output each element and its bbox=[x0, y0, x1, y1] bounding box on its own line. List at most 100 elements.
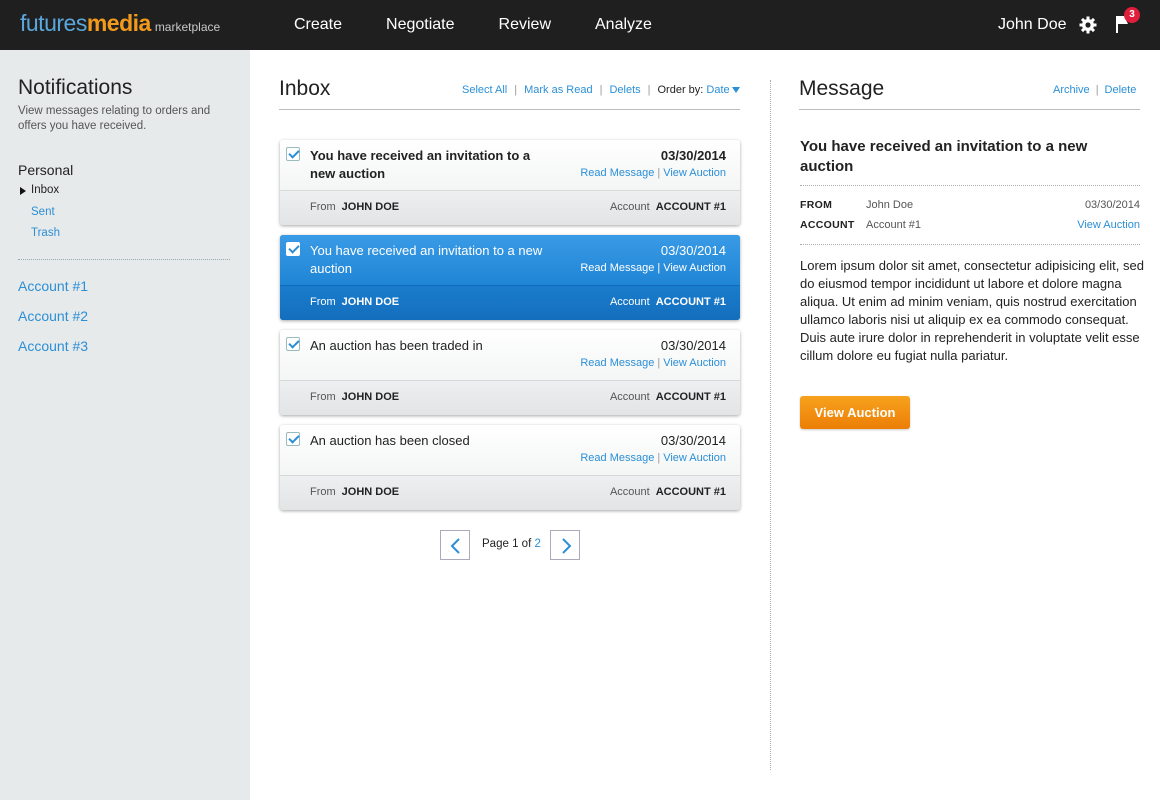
message-subject: An auction has been traded in bbox=[310, 338, 483, 353]
message-account: Account ACCOUNT #1 bbox=[610, 486, 726, 498]
from-value: JOHN DOE bbox=[341, 296, 400, 308]
message-from: From JOHN DOE bbox=[310, 296, 399, 308]
account-label: Account bbox=[609, 201, 650, 213]
from-label: From bbox=[310, 391, 336, 403]
view-auction-button[interactable]: View Auction bbox=[800, 396, 910, 429]
read-message-link[interactable]: Read Message bbox=[580, 452, 654, 464]
sidebar-item-inbox[interactable]: Inbox bbox=[31, 184, 59, 196]
inbox-title: Inbox bbox=[279, 77, 331, 100]
prev-page-button[interactable] bbox=[440, 530, 470, 560]
checkbox[interactable] bbox=[286, 242, 300, 256]
caret-right-icon bbox=[20, 187, 26, 195]
account-value: Account #1 bbox=[866, 219, 922, 231]
sidebar-item-sent[interactable]: Sent bbox=[31, 206, 55, 218]
checkbox[interactable] bbox=[286, 147, 300, 161]
from-label: FROM bbox=[800, 199, 833, 211]
chevron-right-icon bbox=[562, 538, 572, 554]
message-from: From JOHN DOE bbox=[310, 486, 399, 498]
message-card[interactable]: An auction has been traded in 03/30/2014… bbox=[280, 330, 740, 415]
user-name[interactable]: John Doe bbox=[998, 16, 1067, 34]
logo-part-media: media bbox=[86, 10, 151, 36]
panel-divider bbox=[770, 80, 771, 770]
message-links: Read Message | View Auction bbox=[580, 452, 726, 464]
pager-current: 1 bbox=[512, 538, 519, 550]
read-message-link[interactable]: Read Message bbox=[580, 357, 654, 369]
gear-icon[interactable] bbox=[1079, 16, 1097, 34]
account-label: Account bbox=[609, 296, 650, 308]
message-links: Read Message | View Auction bbox=[580, 262, 726, 274]
message-account: Account ACCOUNT #1 bbox=[610, 391, 726, 403]
message-card[interactable]: You have received an invitation to a new… bbox=[280, 140, 740, 225]
message-from: From JOHN DOE bbox=[310, 201, 399, 213]
message-links: Read Message | View Auction bbox=[580, 167, 726, 179]
nav-analyze[interactable]: Analyze bbox=[595, 16, 652, 34]
delete-link[interactable]: Delets bbox=[609, 84, 640, 96]
read-message-link[interactable]: Read Message bbox=[580, 167, 654, 179]
archive-link[interactable]: Archive bbox=[1053, 84, 1090, 96]
nav-review[interactable]: Review bbox=[499, 16, 551, 34]
sidebar: Notifications View messages relating to … bbox=[0, 50, 250, 800]
message-account: Account ACCOUNT #1 bbox=[610, 296, 726, 308]
logo[interactable]: futuresmedia marketplace bbox=[20, 10, 220, 37]
sidebar-description: View messages relating to orders and off… bbox=[18, 105, 211, 132]
nav-create[interactable]: Create bbox=[294, 16, 342, 34]
sidebar-item-trash[interactable]: Trash bbox=[31, 227, 60, 239]
view-auction-link[interactable]: View Auction bbox=[663, 452, 726, 464]
from-value: JOHN DOE bbox=[341, 391, 400, 403]
select-all-link[interactable]: Select All bbox=[462, 84, 507, 96]
message-title: Message bbox=[799, 77, 885, 100]
from-label: From bbox=[310, 201, 336, 213]
from-value: John Doe bbox=[866, 199, 914, 211]
checkbox[interactable] bbox=[286, 432, 300, 446]
from-label: From bbox=[310, 296, 336, 308]
sidebar-item-account-1[interactable]: Account #1 bbox=[18, 278, 88, 294]
chevron-down-icon[interactable] bbox=[731, 87, 740, 94]
pager-of: of bbox=[521, 538, 532, 550]
view-auction-link[interactable]: View Auction bbox=[663, 167, 726, 179]
message-subject: An auction has been closed bbox=[310, 433, 470, 448]
message-body: Lorem ipsum dolor sit amet, consectetur … bbox=[800, 258, 1144, 363]
logo-part-futures: futures bbox=[20, 10, 87, 36]
order-by-select[interactable]: Date bbox=[706, 84, 729, 96]
sidebar-section-personal: Personal bbox=[18, 162, 74, 178]
message-dotted-divider bbox=[800, 244, 1140, 245]
message-actions: Archive | Delete bbox=[1053, 84, 1137, 96]
checkbox[interactable] bbox=[286, 337, 300, 351]
pager-text: Page 1 of 2 bbox=[482, 538, 541, 550]
message-date: 03/30/2014 bbox=[660, 243, 726, 258]
mark-read-link[interactable]: Mark as Read bbox=[524, 84, 592, 96]
sidebar-title: Notifications bbox=[18, 76, 133, 99]
next-page-button[interactable] bbox=[550, 530, 580, 560]
message-subject: You have received an invitation to a new… bbox=[310, 148, 531, 181]
account-value: ACCOUNT #1 bbox=[655, 486, 726, 498]
pager-prefix: Page bbox=[482, 538, 509, 550]
from-value: JOHN DOE bbox=[341, 486, 400, 498]
read-message-link[interactable]: Read Message bbox=[580, 262, 654, 274]
view-auction-link[interactable]: View Auction bbox=[1077, 219, 1140, 231]
inbox-actions: Select All | Mark as Read | Delets | Order by:… bbox=[462, 84, 740, 96]
message-divider bbox=[799, 109, 1140, 110]
message-account: Account ACCOUNT #1 bbox=[610, 201, 726, 213]
view-auction-link[interactable]: View Auction bbox=[663, 357, 726, 369]
account-value: ACCOUNT #1 bbox=[655, 296, 726, 308]
nav-negotiate[interactable]: Negotiate bbox=[386, 16, 455, 34]
message-subject: You have received an invitation to a new… bbox=[310, 243, 543, 276]
message-from: From JOHN DOE bbox=[310, 391, 399, 403]
sidebar-item-account-2[interactable]: Account #2 bbox=[18, 308, 88, 324]
view-auction-link[interactable]: View Auction bbox=[663, 262, 726, 274]
message-card-selected[interactable]: You have received an invitation to a new… bbox=[280, 235, 740, 320]
delete-message-link[interactable]: Delete bbox=[1105, 84, 1137, 96]
notification-badge[interactable]: 3 bbox=[1124, 7, 1140, 23]
message-date: 03/30/2014 bbox=[660, 338, 726, 353]
account-label: ACCOUNT bbox=[800, 219, 855, 231]
pager-total[interactable]: 2 bbox=[534, 538, 540, 550]
sidebar-divider bbox=[18, 259, 230, 260]
message-date: 03/30/2014 bbox=[1084, 199, 1140, 211]
message-links: Read Message | View Auction bbox=[580, 357, 726, 369]
account-value: ACCOUNT #1 bbox=[655, 391, 726, 403]
logo-part-marketplace: marketplace bbox=[154, 20, 221, 34]
message-dotted-divider bbox=[800, 185, 1140, 186]
message-card[interactable]: An auction has been closed 03/30/2014 Re… bbox=[280, 425, 740, 510]
account-label: Account bbox=[609, 486, 650, 498]
sidebar-item-account-3[interactable]: Account #3 bbox=[18, 338, 88, 354]
